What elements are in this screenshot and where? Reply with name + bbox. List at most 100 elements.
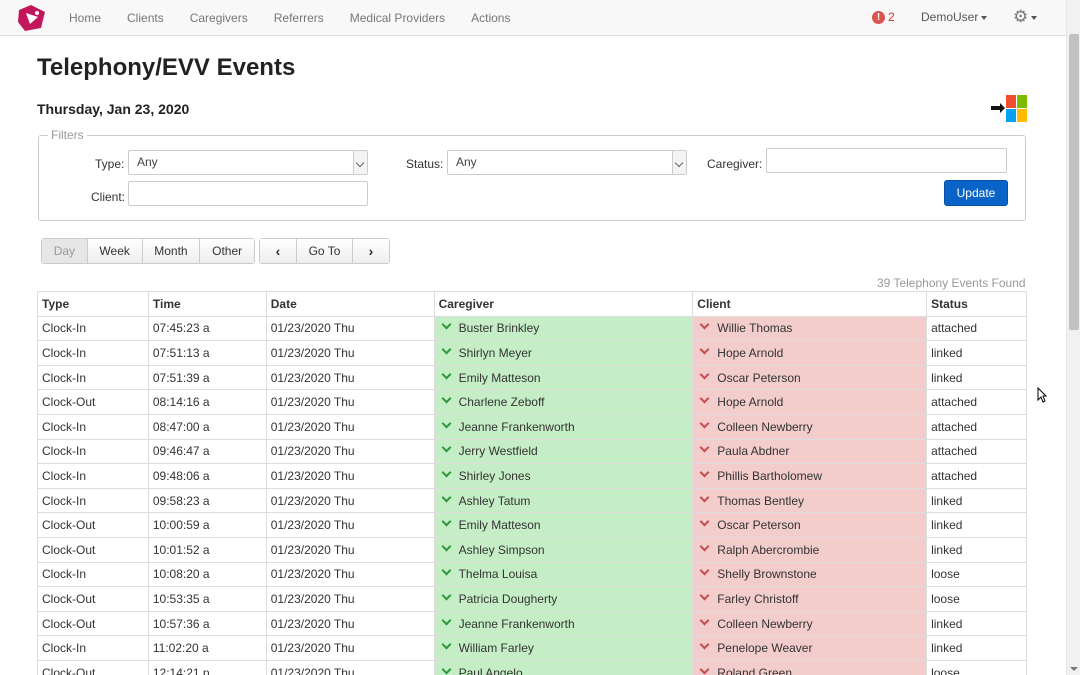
chevron-down-icon[interactable] [699, 344, 710, 355]
chevron-down-icon[interactable] [441, 590, 452, 601]
chevron-down-icon[interactable] [441, 541, 452, 552]
table-row[interactable]: Clock-Out 10:53:35 a 01/23/2020 Thu Patrici… [37, 586, 1027, 612]
nav-link-referrers[interactable]: Referrers [261, 0, 337, 36]
chevron-down-icon[interactable] [699, 565, 710, 576]
app-logo-icon[interactable] [17, 4, 47, 32]
table-row[interactable]: Clock-Out 10:00:59 a 01/23/2020 Thu Emily M… [37, 512, 1027, 538]
column-header-type[interactable]: Type [37, 291, 149, 317]
table-row[interactable]: Clock-In 09:58:23 a 01/23/2020 Thu Ashley T… [37, 487, 1027, 514]
user-menu[interactable]: DemoUser [921, 10, 988, 24]
table-row[interactable]: Clock-Out 08:14:16 a 01/23/2020 Thu Charlen… [37, 389, 1027, 415]
cell-caregiver[interactable]: Buster Brinkley [433, 315, 694, 342]
nav-link-clients[interactable]: Clients [114, 0, 177, 36]
cell-client[interactable]: Farley Christoff [692, 586, 928, 612]
chevron-down-icon[interactable] [441, 467, 452, 478]
table-row[interactable]: Clock-In 10:08:20 a 01/23/2020 Thu Thelma L… [37, 561, 1027, 588]
chevron-down-icon[interactable] [699, 442, 710, 453]
range-week-button[interactable]: Week [87, 239, 143, 263]
table-row[interactable]: Clock-In 09:46:47 a 01/23/2020 Thu Jerry We… [37, 438, 1027, 465]
table-row[interactable]: Clock-In 09:48:06 a 01/23/2020 Thu Shirley … [37, 463, 1027, 489]
chevron-down-icon[interactable] [441, 369, 452, 380]
table-row[interactable]: Clock-In 07:51:13 a 01/23/2020 Thu Shirlyn … [37, 340, 1027, 366]
nav-link-home[interactable]: Home [56, 0, 114, 36]
chevron-down-icon[interactable] [441, 565, 452, 576]
chevron-down-icon[interactable] [699, 369, 710, 380]
caregiver-input[interactable] [766, 148, 1007, 173]
chevron-down-icon[interactable] [441, 442, 452, 453]
cell-client[interactable]: Colleen Newberry [692, 413, 928, 440]
go-to-button[interactable]: Go To [297, 239, 353, 263]
nav-link-actions[interactable]: Actions [458, 0, 523, 36]
table-row[interactable]: Clock-Out 10:01:52 a 01/23/2020 Thu Ashley … [37, 536, 1027, 563]
cell-client[interactable]: Penelope Weaver [692, 635, 928, 661]
cell-caregiver[interactable]: Patricia Dougherty [433, 586, 694, 612]
cell-client[interactable]: Oscar Peterson [692, 364, 928, 391]
scrollbar-thumb[interactable] [1069, 34, 1079, 330]
chevron-down-icon[interactable] [699, 664, 710, 675]
chevron-down-icon[interactable] [441, 516, 452, 527]
chevron-down-icon[interactable] [699, 492, 710, 502]
cell-client[interactable]: Phillis Bartholomew [692, 463, 928, 489]
table-row[interactable]: Clock-In 11:02:20 a 01/23/2020 Thu William … [37, 635, 1027, 661]
cell-caregiver[interactable]: Emily Matteson [433, 364, 694, 391]
table-row[interactable]: Clock-In 07:51:39 a 01/23/2020 Thu Emily Ma… [37, 364, 1027, 391]
column-header-time[interactable]: Time [147, 291, 267, 317]
cell-caregiver[interactable]: Thelma Louisa [433, 561, 694, 588]
chevron-down-icon[interactable] [699, 639, 710, 650]
cell-caregiver[interactable]: Jeanne Frankenworth [433, 610, 694, 637]
chevron-down-icon[interactable] [441, 492, 452, 502]
page-scrollbar[interactable] [1066, 0, 1080, 675]
cell-client[interactable]: Shelly Brownstone [692, 561, 928, 588]
column-header-client[interactable]: Client [692, 291, 928, 317]
cell-caregiver[interactable]: Charlene Zeboff [433, 389, 694, 415]
cell-client[interactable]: Willie Thomas [692, 315, 928, 342]
nav-link-caregivers[interactable]: Caregivers [177, 0, 261, 36]
cell-caregiver[interactable]: William Farley [433, 635, 694, 661]
cell-client[interactable]: Ralph Abercrombie [692, 536, 928, 563]
cell-caregiver[interactable]: Paul Angelo [433, 659, 694, 675]
update-button[interactable]: Update [944, 180, 1008, 206]
cell-caregiver[interactable]: Ashley Simpson [433, 536, 694, 563]
chevron-down-icon[interactable] [699, 418, 710, 429]
chevron-down-icon[interactable] [441, 393, 452, 404]
type-select[interactable]: Any [128, 150, 368, 175]
chevron-down-icon[interactable] [441, 639, 452, 650]
cell-client[interactable]: Roland Green [692, 659, 928, 675]
range-day-button[interactable]: Day [42, 239, 88, 263]
chevron-down-icon[interactable] [699, 590, 710, 601]
cell-caregiver[interactable]: Shirlyn Meyer [433, 340, 694, 366]
chevron-left-icon[interactable]: ‹ [260, 239, 297, 263]
cell-client[interactable]: Hope Arnold [692, 340, 928, 366]
client-input[interactable] [128, 181, 368, 206]
cell-caregiver[interactable]: Ashley Tatum [433, 487, 694, 514]
cell-caregiver[interactable]: Shirley Jones [433, 463, 694, 489]
chevron-down-icon[interactable] [441, 319, 452, 330]
chevron-down-icon[interactable] [699, 516, 710, 527]
chevron-down-icon[interactable] [699, 467, 710, 478]
cell-client[interactable]: Thomas Bentley [692, 487, 928, 514]
column-header-status[interactable]: Status [926, 291, 1027, 317]
column-header-date[interactable]: Date [265, 291, 435, 317]
chevron-down-icon[interactable] [699, 541, 710, 552]
cell-caregiver[interactable]: Jeanne Frankenworth [433, 413, 694, 440]
cell-caregiver[interactable]: Jerry Westfield [433, 438, 694, 465]
cell-client[interactable]: Hope Arnold [692, 389, 928, 415]
status-select[interactable]: Any [447, 150, 687, 175]
chevron-down-icon[interactable] [699, 319, 710, 330]
chevron-down-icon[interactable] [699, 393, 710, 404]
range-other-button[interactable]: Other [200, 239, 255, 263]
column-header-caregiver[interactable]: Caregiver [433, 291, 694, 317]
range-month-button[interactable]: Month [142, 239, 201, 263]
scroll-down-arrow-icon[interactable] [1070, 667, 1078, 671]
nav-link-medical-providers[interactable]: Medical Providers [337, 0, 458, 36]
cell-client[interactable]: Colleen Newberry [692, 610, 928, 637]
table-row[interactable]: Clock-In 08:47:00 a 01/23/2020 Thu Jeanne F… [37, 413, 1027, 440]
alerts-indicator[interactable]: ! 2 [872, 10, 895, 24]
cell-client[interactable]: Oscar Peterson [692, 512, 928, 538]
table-row[interactable]: Clock-Out 10:57:36 a 01/23/2020 Thu Jeanne … [37, 610, 1027, 637]
table-row[interactable]: Clock-In 07:45:23 a 01/23/2020 Thu Buster B… [37, 315, 1027, 342]
gear-icon[interactable]: ⚙ [1013, 7, 1038, 27]
chevron-down-icon[interactable] [441, 418, 452, 429]
cell-client[interactable]: Paula Abdner [692, 438, 928, 465]
export-to-windows-icon[interactable] [990, 94, 1028, 124]
